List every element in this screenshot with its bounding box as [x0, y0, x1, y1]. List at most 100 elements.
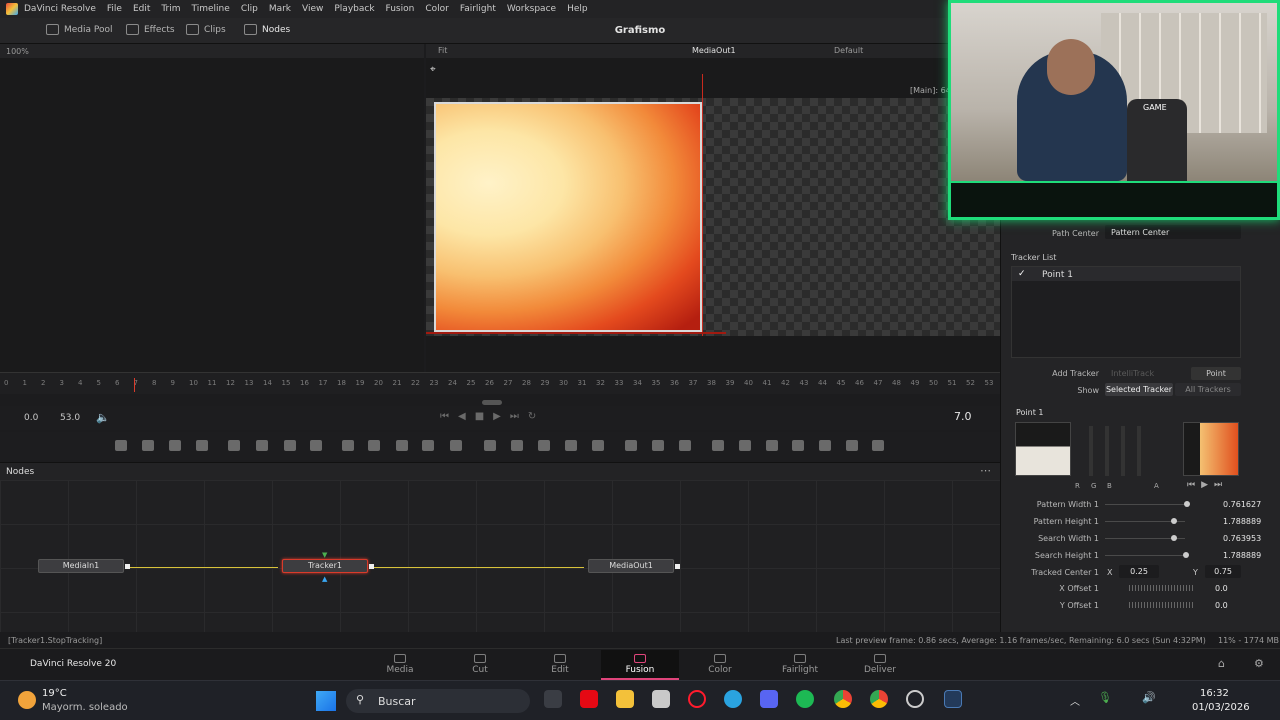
glow-tool-icon[interactable] [284, 440, 296, 451]
chrome-icon[interactable] [834, 690, 852, 708]
menu-fusion[interactable]: Fusion [386, 4, 415, 14]
channel-r-button[interactable]: R [1075, 482, 1080, 490]
obs-icon[interactable] [906, 690, 924, 708]
selected-tracker-button[interactable]: Selected Tracker [1105, 383, 1173, 396]
y-offset-wheel[interactable] [1129, 602, 1195, 608]
playback-controls[interactable]: ⏮◀■▶⏭↻ [440, 411, 545, 422]
render-end[interactable]: 53.0 [60, 413, 80, 423]
grid-warp-icon[interactable] [679, 440, 691, 451]
paint-tool-icon[interactable] [142, 440, 154, 451]
volume-tray-icon[interactable]: 🔊 [1142, 691, 1156, 704]
page-cut[interactable]: Cut [441, 650, 519, 680]
search-width-value[interactable]: 0.763953 [1223, 534, 1261, 543]
node-tracker1[interactable]: Tracker1 [282, 559, 368, 573]
taskbar-search[interactable]: ⚲ Buscar [346, 689, 530, 713]
telegram-icon[interactable] [724, 690, 742, 708]
renderer-icon[interactable] [872, 440, 884, 451]
left-viewer[interactable] [0, 44, 424, 372]
x-offset-wheel[interactable] [1129, 585, 1195, 591]
volume-icon[interactable]: 🔈 [96, 411, 110, 424]
file-explorer-icon[interactable] [616, 690, 634, 708]
nodes-options-icon[interactable]: ⋯ [980, 464, 991, 477]
search-height-knob[interactable] [1183, 552, 1189, 558]
merge3d-icon[interactable] [846, 440, 858, 451]
text3d-icon[interactable] [766, 440, 778, 451]
camera3d-icon[interactable] [739, 440, 751, 451]
polygon-mask-icon[interactable] [538, 440, 550, 451]
page-fairlight[interactable]: Fairlight [761, 650, 839, 680]
weather-temp[interactable]: 19°C [42, 688, 67, 699]
playhead[interactable] [134, 378, 135, 392]
menu-view[interactable]: View [302, 4, 323, 14]
background-tool-icon[interactable] [115, 440, 127, 451]
point-button[interactable]: Point [1191, 367, 1241, 380]
light3d-icon[interactable] [792, 440, 804, 451]
lut-select[interactable]: Default [834, 46, 863, 55]
track-controls[interactable]: ⏮▶⏭ [1187, 480, 1228, 490]
discord-icon[interactable] [760, 690, 778, 708]
home-icon[interactable]: ⌂ [1218, 657, 1225, 670]
node-mediain1[interactable]: MediaIn1 [38, 559, 124, 573]
node-mediaout1[interactable]: MediaOut1 [588, 559, 674, 573]
chrome-profile-icon[interactable] [870, 690, 888, 708]
transform-tool-icon[interactable] [625, 440, 637, 451]
merge-tool-icon[interactable] [342, 440, 354, 451]
menu-fairlight[interactable]: Fairlight [460, 4, 496, 14]
render-start[interactable]: 0.0 [24, 413, 38, 423]
tracker-mask-input-icon[interactable]: ▼ [322, 551, 327, 559]
clock-date[interactable]: 01/03/2026 [1192, 702, 1250, 713]
intellitrack-button[interactable]: IntelliTrack [1111, 369, 1154, 378]
tracker-effect-input-icon[interactable]: ▲ [322, 575, 327, 583]
menu-edit[interactable]: Edit [133, 4, 150, 14]
channel-tool-icon[interactable] [368, 440, 380, 451]
fit-select[interactable]: Fit [438, 46, 447, 55]
menu-mark[interactable]: Mark [269, 4, 291, 14]
x-offset-value[interactable]: 0.0 [1215, 584, 1228, 593]
left-zoom-select[interactable]: 100% [6, 47, 29, 56]
opera-icon[interactable] [688, 690, 706, 708]
drop-tool-icon[interactable] [310, 440, 322, 451]
pattern-height-knob[interactable] [1171, 518, 1177, 524]
path-center-select[interactable]: Pattern Center [1105, 225, 1241, 239]
all-trackers-button[interactable]: All Trackers [1175, 383, 1241, 396]
loader-tool-icon[interactable] [422, 440, 434, 451]
saver-tool-icon[interactable] [450, 440, 462, 451]
effects-button[interactable]: Effects [126, 24, 175, 35]
channel-g-button[interactable]: G [1091, 482, 1096, 490]
y-offset-value[interactable]: 0.0 [1215, 601, 1228, 610]
search-height-value[interactable]: 1.788889 [1223, 551, 1261, 560]
tray-chevron-icon[interactable]: ︿ [1070, 693, 1080, 708]
page-edit[interactable]: Edit [521, 650, 599, 680]
mediaout-output-port[interactable] [675, 564, 680, 569]
windows-start-icon[interactable] [316, 691, 336, 711]
pattern-width-value[interactable]: 0.761627 [1223, 500, 1261, 509]
menu-trim[interactable]: Trim [161, 4, 180, 14]
nodes-button[interactable]: Nodes [244, 24, 290, 35]
app-icon[interactable] [652, 690, 670, 708]
mediain-output-port[interactable] [125, 564, 130, 569]
time-ruler[interactable]: 0 1 2 3 4 5 6 7 8 9 10 11 12 13 14 15 16 17 18 19 20 21 22 23 24… [0, 372, 1000, 394]
main-viewer[interactable]: [Main]: 64 ⌖ [426, 58, 1000, 372]
app-name[interactable]: DaVinci Resolve [24, 4, 96, 14]
spotify-icon[interactable] [796, 690, 814, 708]
page-fusion[interactable]: Fusion [601, 650, 679, 680]
blur-tool-icon[interactable] [256, 440, 268, 451]
clock-time[interactable]: 16:32 [1200, 688, 1229, 699]
media-pool-button[interactable]: Media Pool [46, 24, 113, 35]
matte-tool-icon[interactable] [396, 440, 408, 451]
channel-a-button[interactable]: A [1154, 482, 1159, 490]
microphone-icon[interactable]: 🎙 [1098, 691, 1112, 704]
warp-tool-icon[interactable] [652, 440, 664, 451]
menu-help[interactable]: Help [567, 4, 588, 14]
page-media[interactable]: Media [361, 650, 439, 680]
settings-icon[interactable]: ⚙ [1254, 657, 1264, 670]
menu-workspace[interactable]: Workspace [507, 4, 556, 14]
tracker-enable-check-icon[interactable]: ✓ [1018, 269, 1026, 279]
tracker-tool-icon[interactable] [592, 440, 604, 451]
task-view-icon[interactable] [544, 690, 562, 708]
search-width-knob[interactable] [1171, 535, 1177, 541]
menu-color[interactable]: Color [425, 4, 449, 14]
channel-b-button[interactable]: B [1107, 482, 1112, 490]
menu-file[interactable]: File [107, 4, 122, 14]
particle-tool-icon[interactable] [228, 440, 240, 451]
